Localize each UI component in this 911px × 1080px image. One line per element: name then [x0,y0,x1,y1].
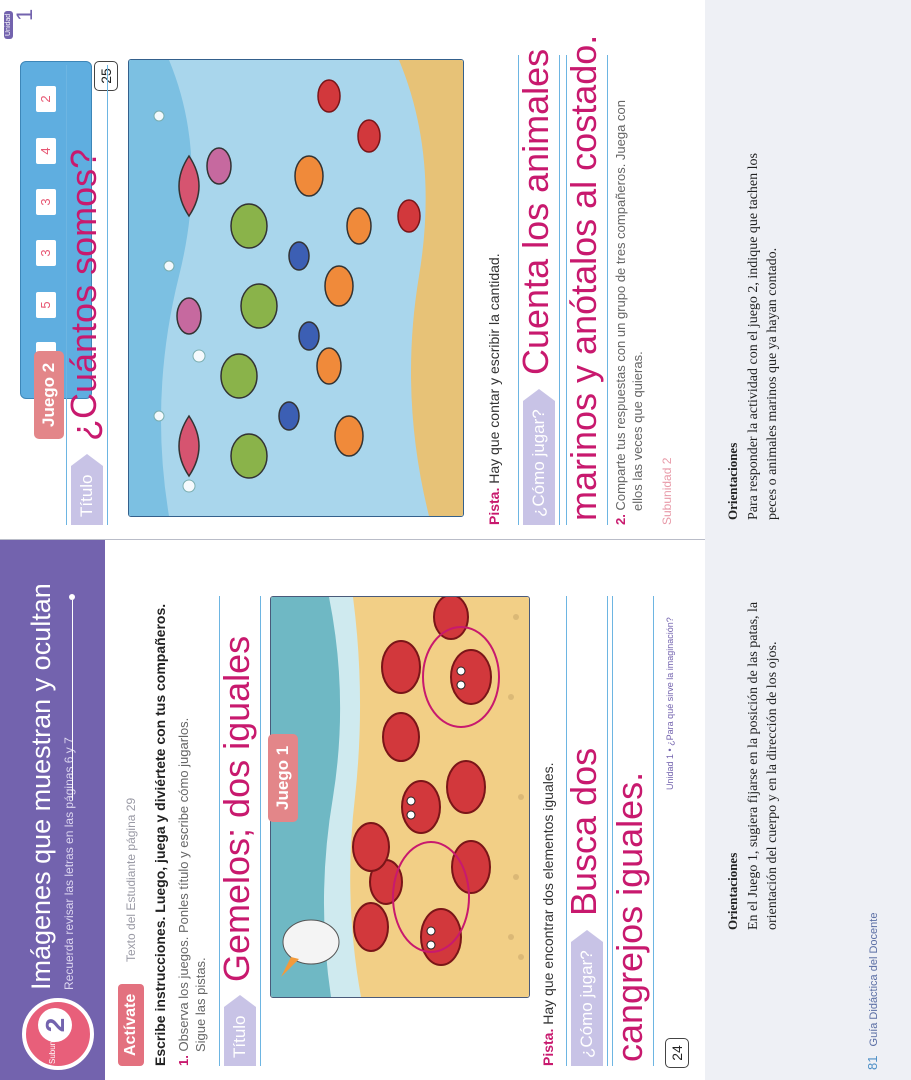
count-box-5[interactable]: 4 [36,138,56,164]
underwater-scene [129,60,463,516]
how-handwritten-2: cangrejos iguales. [609,771,650,1062]
how-label: ¿Cómo jugar? [571,942,603,1066]
subunit-number: 2 [38,1008,72,1042]
guide-page-number: 81 [865,1055,880,1070]
footer-subunit: Subunidad 2 [660,457,674,525]
step-1-line1: Observa los juegos. Ponles título y escr… [176,717,191,1052]
title-label-2: Título [71,466,103,525]
how-to-play-line-1: ¿Cómo jugar? Busca dos [563,596,608,1066]
instruction-text: Escribe instrucciones. Luego, juega y di… [152,603,168,1066]
guide-label: Guía Didáctica del Docente [868,912,880,1047]
hint-1: Pista. Hay que encontrar dos elementos i… [540,762,556,1066]
title-handwritten: Gemelos; dos iguales [216,635,257,982]
hint-1-text: Hay que encontrar dos elementos iguales. [540,762,556,1025]
page-25: Unidad 1 5 3 3 4 2 Juego 2 25 Título ¿Cu… [0,0,705,540]
activate-badge: Actívate [118,983,144,1066]
unit-subtitle: Recuerda revisar las letras en las págin… [62,737,76,990]
how-handwritten-4: marinos y anótalos al costado. [563,34,604,521]
hint-2: Pista. Hay que contar y escribir la cant… [486,253,502,525]
orient-heading-left: Orientaciones [725,852,740,930]
hint-2-label: Pista. [486,487,502,525]
game-1-illustration [270,596,530,998]
title-handwritten-2: ¿Cuántos somos? [63,148,104,441]
subunit-badge: Subunidad 2 [22,998,94,1070]
beach-crab-scene [271,596,529,997]
game-2-illustration [128,59,464,517]
unit-corner: Unidad 1 [0,7,40,39]
how-to-play-line-4: marinos y anótalos al costado. [563,35,608,525]
step-2-number: 2. [613,514,628,525]
guide-footer: 81 Guía Didáctica del Docente [865,913,880,1070]
how-handwritten-1: Busca dos [563,747,604,916]
title-line-1: Título Gemelos; dos iguales [216,596,261,1066]
rotated-spread: Subunidad 2 Imágenes que muestran y ocul… [0,0,911,1080]
page-24: Subunidad 2 Imágenes que muestran y ocul… [0,540,705,1080]
how-handwritten-3: Cuenta los animales [515,48,556,375]
title-line-2: Título ¿Cuántos somos? [63,65,108,525]
step-1-line2: Sigue las pistas. [193,957,208,1052]
how-label-2: ¿Cómo jugar? [523,401,555,525]
orient-text-left: En el Juego 1, sugiera fijarse en la pos… [746,601,780,930]
unit-header-band: Subunidad 2 Imágenes que muestran y ocul… [0,540,105,1080]
header-rule-dot [69,594,75,600]
hint-2-text: Hay que contar y escribir la cantidad. [486,253,502,484]
count-box-3[interactable]: 3 [36,240,56,266]
unit-title: Imágenes que muestran y ocultan [26,583,56,990]
game-1-tag: Juego 1 [268,733,298,822]
step-1: 1. Observa los juegos. Ponles título y e… [175,718,209,1066]
step-1-number: 1. [176,1055,191,1066]
how-to-play-line-3: ¿Cómo jugar? Cuenta los animales [515,49,560,525]
count-box-4[interactable]: 3 [36,189,56,215]
step-2: 2. Comparte tus respuestas con un grupo … [612,100,646,525]
step-2-line2: ellos las veces que quieras. [630,351,645,511]
title-label: Título [224,1007,256,1066]
header-rule [72,600,73,800]
step-2-line1: Comparte tus respuestas con un grupo de … [613,100,628,511]
orient-text-right: Para responder la actividad con el juego… [746,153,780,520]
footer-unit: Unidad 1 • ¿Para qué sirve la imaginació… [665,617,675,790]
game-2-tag: Juego 2 [34,350,64,439]
count-box-6[interactable]: 2 [36,86,56,112]
hint-1-label: Pista. [540,1028,556,1066]
page-number-24: 24 [665,1038,689,1068]
count-box-2[interactable]: 5 [36,292,56,318]
orient-heading-right: Orientaciones [725,442,740,520]
student-text-ref: Texto del Estudiante página 29 [124,797,138,962]
how-to-play-line-2: cangrejos iguales. [609,596,654,1066]
unit-corner-number: 1 [12,8,37,21]
